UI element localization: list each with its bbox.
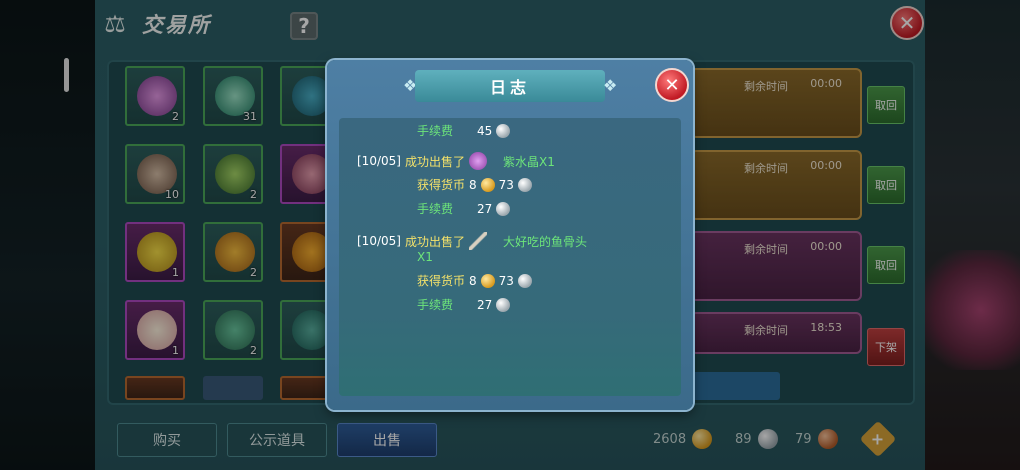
crystal-icon bbox=[468, 152, 487, 170]
gold-coin-icon bbox=[480, 273, 495, 288]
log-earn-row: 获得货币 8 73 bbox=[417, 176, 532, 193]
fish-bone-icon bbox=[468, 232, 487, 250]
dialog-close-button[interactable]: ✕ bbox=[655, 68, 689, 102]
silver-coin-icon bbox=[496, 123, 511, 138]
dialog-title: 日志 bbox=[489, 78, 530, 97]
gold-coin-icon bbox=[480, 177, 495, 192]
log-list[interactable]: 手续费 45 [10/05] 成功出售了 紫水晶X1 获得货币 8 73 手续费… bbox=[339, 118, 681, 396]
log-fee-row: 手续费 27 bbox=[417, 296, 511, 313]
log-entry: [10/05] 成功出售了 大好吃的鱼骨头 bbox=[357, 232, 587, 250]
silver-coin-icon bbox=[496, 297, 511, 312]
dialog-header: 日志 bbox=[415, 70, 605, 102]
log-earn-row: 获得货币 8 73 bbox=[417, 272, 532, 289]
log-fee-row: 手续费 27 bbox=[417, 200, 511, 217]
silver-coin-icon bbox=[496, 201, 511, 216]
ornament-right-icon: ❖ bbox=[603, 76, 618, 95]
log-entry: [10/05] 成功出售了 紫水晶X1 bbox=[357, 152, 555, 170]
log-entry-cont: X1 bbox=[417, 250, 433, 264]
log-dialog: ❖ 日志 ❖ ✕ 手续费 45 [10/05] 成功出售了 紫水晶X1 获得货币… bbox=[327, 60, 693, 410]
log-fee-row: 手续费 45 bbox=[417, 122, 511, 139]
silver-coin-icon bbox=[517, 177, 532, 192]
silver-coin-icon bbox=[517, 273, 532, 288]
